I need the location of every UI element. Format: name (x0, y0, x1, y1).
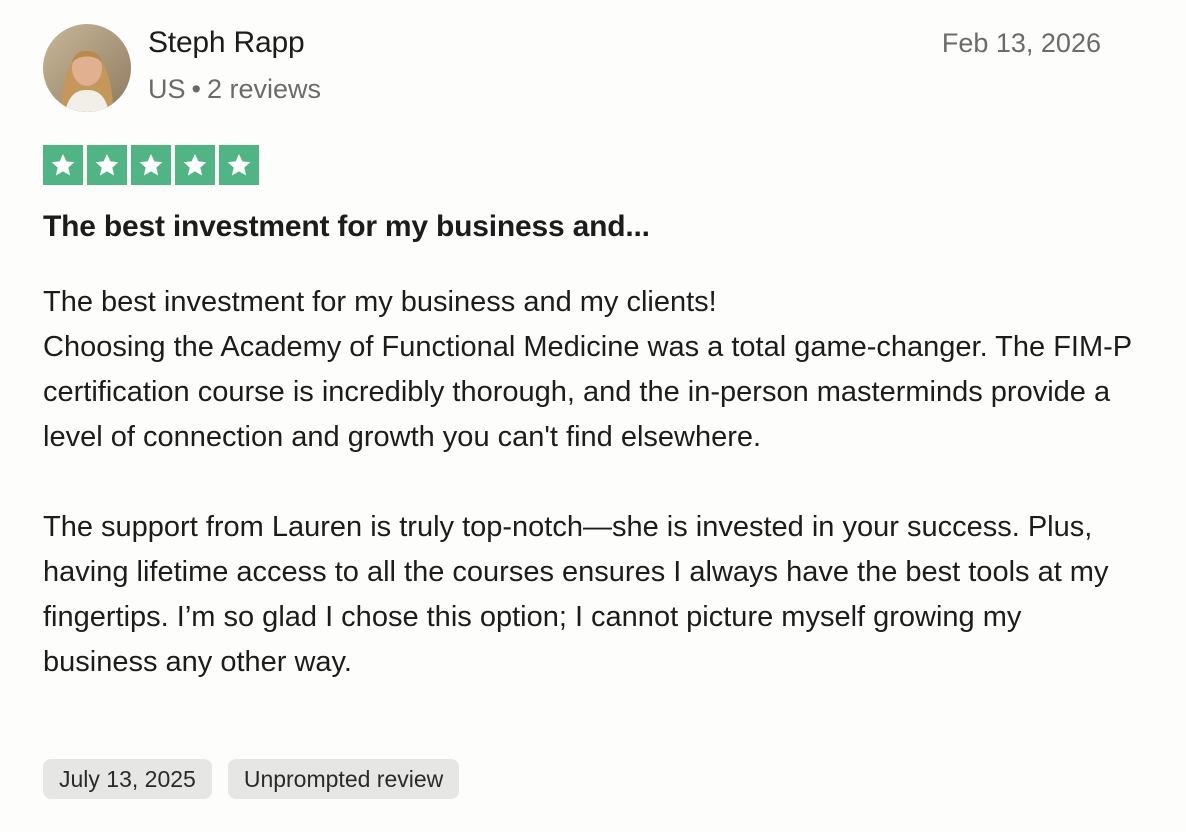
review-title[interactable]: The best investment for my business and.… (43, 210, 650, 244)
experience-date-tag: July 13, 2025 (43, 759, 212, 799)
star-icon (131, 145, 171, 185)
review-body-line: Choosing the Academy of Functional Medic… (43, 331, 1132, 453)
star-icon (219, 145, 259, 185)
star-icon (175, 145, 215, 185)
avatar[interactable] (43, 24, 131, 112)
review-card: Steph Rapp US • 2 reviews Feb 13, 2026 The… (0, 0, 1186, 832)
meta-separator: • (191, 74, 201, 104)
star-icon (87, 145, 127, 185)
review-body-paragraph: The support from Lauren is truly top-not… (43, 511, 1109, 678)
review-body: The best investment for my business and … (43, 280, 1133, 685)
review-body-line: The best investment for my business and … (43, 286, 717, 318)
avatar-photo (43, 24, 131, 112)
review-tags: July 13, 2025 Unprompted review (43, 759, 460, 799)
reviewer-name[interactable]: Steph Rapp (148, 26, 305, 60)
star-icon (43, 145, 83, 185)
reviewer-review-count: 2 reviews (206, 74, 322, 104)
star-rating (43, 145, 259, 185)
review-type-tag[interactable]: Unprompted review (227, 759, 460, 799)
reviewer-meta: US • 2 reviews (148, 74, 321, 105)
review-date: Feb 13, 2026 (941, 28, 1101, 58)
reviewer-country: US (148, 74, 186, 104)
